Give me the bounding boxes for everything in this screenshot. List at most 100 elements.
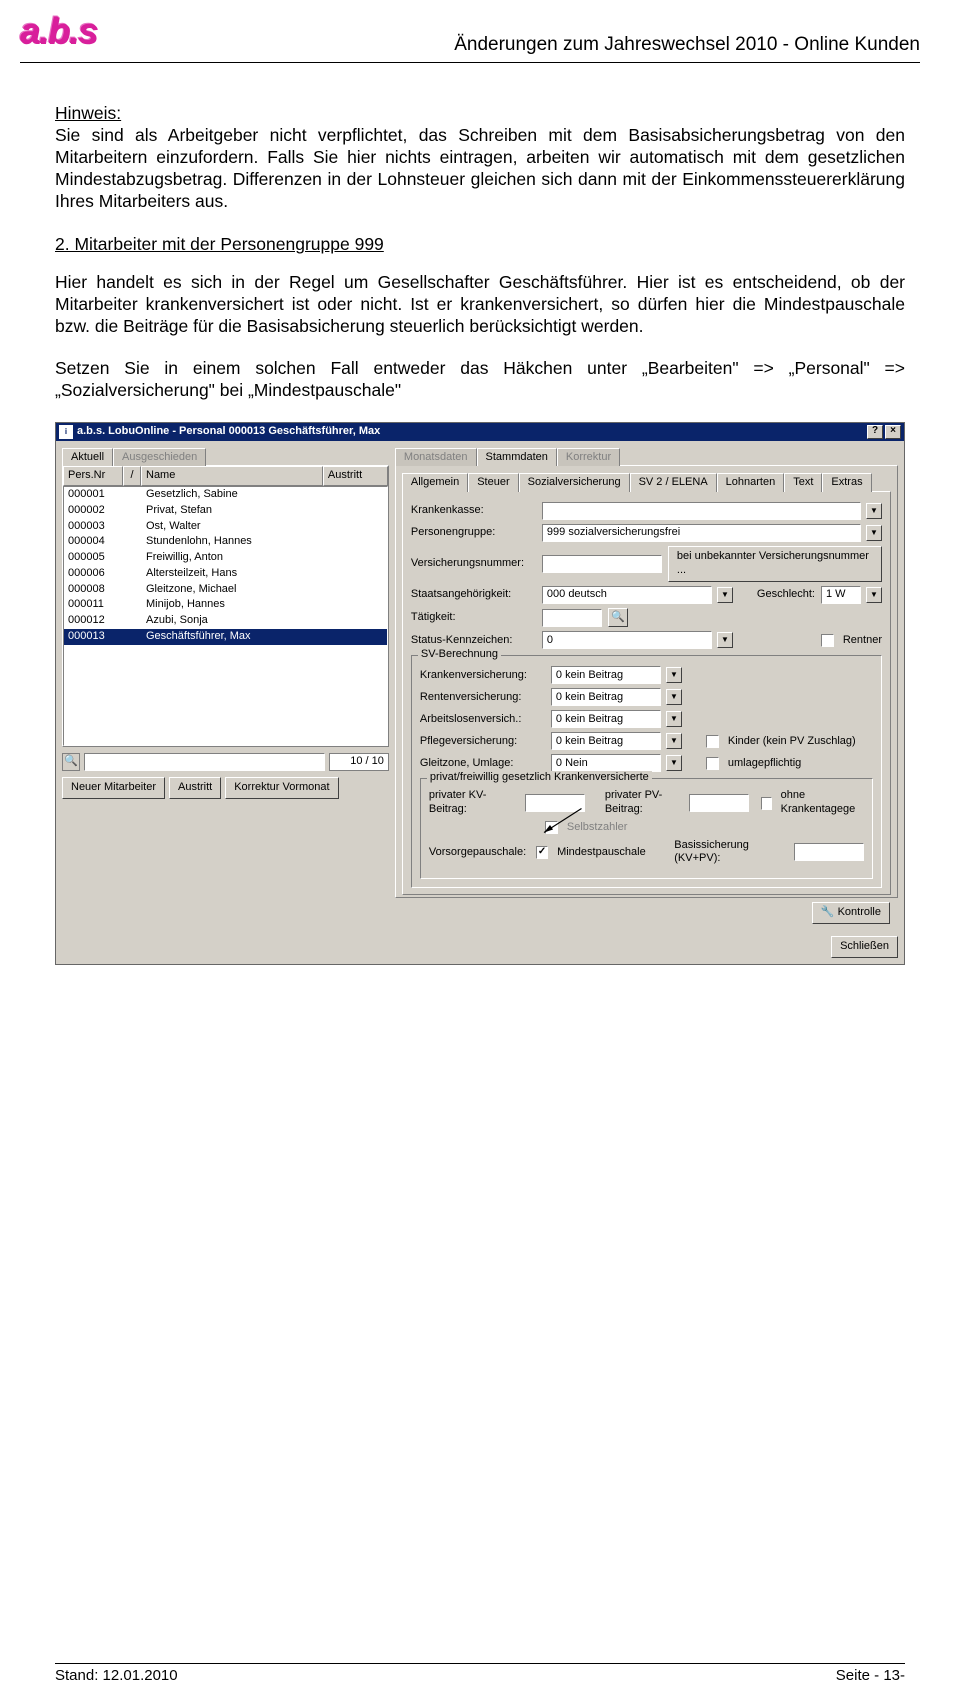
av-input[interactable]: 0 kein Beitrag: [551, 710, 661, 728]
tab-stammdaten[interactable]: Stammdaten: [477, 448, 557, 467]
tab-ausgeschieden[interactable]: Ausgeschieden: [113, 448, 206, 467]
geschlecht-input[interactable]: 1 W: [821, 586, 861, 604]
close-button[interactable]: ×: [885, 425, 901, 439]
table-row[interactable]: 000013Geschäftsführer, Max: [64, 629, 387, 645]
rv-input[interactable]: 0 kein Beitrag: [551, 688, 661, 706]
footer-seite: Seite - 13-: [836, 1667, 905, 1684]
dropdown-icon[interactable]: ▼: [666, 711, 682, 727]
basissicherung-input[interactable]: [794, 843, 864, 861]
table-row[interactable]: 000002Privat, Stefan: [64, 503, 387, 519]
gleitzone-input[interactable]: 0 Nein: [551, 754, 661, 772]
pkv-beitrag-input[interactable]: [525, 794, 585, 812]
dropdown-icon[interactable]: ▼: [866, 503, 882, 519]
dropdown-icon[interactable]: ▼: [666, 733, 682, 749]
dropdown-icon[interactable]: ▼: [717, 587, 733, 603]
search-input[interactable]: [84, 753, 325, 771]
staatsangehoerigkeit-input[interactable]: 000 deutsch: [542, 586, 712, 604]
subtab-sv2-elena[interactable]: SV 2 / ELENA: [630, 473, 717, 492]
ppv-beitrag-input[interactable]: [689, 794, 749, 812]
help-button[interactable]: ?: [867, 425, 883, 439]
subtab-sozialversicherung[interactable]: Sozialversicherung: [519, 473, 630, 492]
kv-label: Krankenversicherung:: [420, 669, 545, 683]
korrektur-vormonat-button[interactable]: Korrektur Vormonat: [225, 777, 338, 799]
staatsangehoerigkeit-label: Staatsangehörigkeit:: [411, 588, 536, 602]
rentner-checkbox[interactable]: [821, 634, 834, 647]
privat-legend: privat/freiwillig gesetzlich Krankenvers…: [427, 771, 652, 785]
col-name[interactable]: Name: [141, 466, 323, 486]
pv-input[interactable]: 0 kein Beitrag: [551, 732, 661, 750]
status-kennzeichen-label: Status-Kennzeichen:: [411, 634, 536, 648]
vorsorgepauschale-label: Vorsorgepauschale:: [429, 846, 530, 860]
table-row[interactable]: 000005Freiwillig, Anton: [64, 550, 387, 566]
section-2-p1: Hier handelt es sich in der Regel um Ges…: [55, 272, 905, 338]
versicherungsnummer-input[interactable]: [542, 555, 662, 573]
kv-input[interactable]: 0 kein Beitrag: [551, 666, 661, 684]
search-icon[interactable]: 🔍: [62, 753, 80, 771]
pkv-beitrag-label: privater KV-Beitrag:: [429, 789, 519, 817]
page-header: a.b.s Änderungen zum Jahreswechsel 2010 …: [0, 0, 960, 63]
selbstzahler-checkbox[interactable]: [545, 821, 558, 834]
table-row[interactable]: 000004Stundenlohn, Hannes: [64, 534, 387, 550]
section-2-title: 2. Mitarbeiter mit der Personengruppe 99…: [55, 234, 905, 256]
tab-aktuell[interactable]: Aktuell: [62, 448, 113, 467]
kinder-label: Kinder (kein PV Zuschlag): [728, 735, 856, 749]
section-2-p2: Setzen Sie in einem solchen Fall entwede…: [55, 358, 905, 402]
hinweis-text: Sie sind als Arbeitgeber nicht verpflich…: [55, 125, 905, 211]
table-row[interactable]: 000003Ost, Walter: [64, 519, 387, 535]
basissicherung-label: Basissicherung (KV+PV):: [674, 839, 788, 867]
hinweis-label: Hinweis:: [55, 103, 121, 123]
col-sort[interactable]: /: [123, 466, 141, 486]
schliessen-button[interactable]: Schließen: [831, 936, 898, 958]
tab-monatsdaten[interactable]: Monatsdaten: [395, 448, 477, 467]
kinder-checkbox[interactable]: [706, 735, 719, 748]
dropdown-icon[interactable]: ▼: [866, 525, 882, 541]
neuer-mitarbeiter-button[interactable]: Neuer Mitarbeiter: [62, 777, 165, 799]
ohne-kt-label: ohne Krankentagege: [781, 789, 864, 817]
table-row[interactable]: 000006Altersteilzeit, Hans: [64, 566, 387, 582]
umlage-label: umlagepflichtig: [728, 757, 801, 771]
ohne-krankentagegeld-checkbox[interactable]: [761, 797, 772, 810]
taetigkeit-lookup-button[interactable]: 🔍: [608, 608, 628, 628]
privat-fieldset: privat/freiwillig gesetzlich Krankenvers…: [420, 778, 873, 879]
sv-berechnung-fieldset: SV-Berechnung Krankenversicherung: 0 kei…: [411, 655, 882, 888]
krankenkasse-input[interactable]: [542, 502, 861, 520]
personengruppe-input[interactable]: 999 sozialversicherungsfrei: [542, 524, 861, 542]
table-row[interactable]: 000001Gesetzlich, Sabine: [64, 487, 387, 503]
subtab-text[interactable]: Text: [784, 473, 822, 492]
taetigkeit-input[interactable]: [542, 609, 602, 627]
austritt-button[interactable]: Austritt: [169, 777, 221, 799]
col-austritt[interactable]: Austritt: [323, 466, 388, 486]
pv-label: Pflegeversicherung:: [420, 735, 545, 749]
personengruppe-label: Personengruppe:: [411, 526, 536, 540]
krankenkasse-label: Krankenkasse:: [411, 504, 536, 518]
subtab-steuer[interactable]: Steuer: [468, 473, 518, 492]
table-row[interactable]: 000008Gleitzone, Michael: [64, 582, 387, 598]
kontrolle-button[interactable]: 🔧 Kontrolle: [812, 902, 890, 924]
right-panel: Monatsdaten Stammdaten Korrektur Allgeme…: [395, 447, 898, 924]
mindestpauschale-checkbox[interactable]: ✓: [536, 846, 548, 859]
ppv-beitrag-label: privater PV-Beitrag:: [605, 789, 683, 817]
gleitzone-label: Gleitzone, Umlage:: [420, 757, 545, 771]
status-input[interactable]: 0: [542, 631, 712, 649]
footer-stand: Stand: 12.01.2010: [55, 1667, 178, 1684]
dropdown-icon[interactable]: ▼: [666, 689, 682, 705]
row-count: 10 / 10: [329, 753, 389, 771]
tab-korrektur[interactable]: Korrektur: [557, 448, 620, 467]
unbekannte-versnr-button[interactable]: bei unbekannter Versicherungsnummer ...: [668, 546, 882, 582]
subtab-extras[interactable]: Extras: [822, 473, 871, 492]
col-persnr[interactable]: Pers.Nr: [63, 466, 123, 486]
umlage-checkbox[interactable]: [706, 757, 719, 770]
table-row[interactable]: 000011Minijob, Hannes: [64, 597, 387, 613]
subtab-lohnarten[interactable]: Lohnarten: [717, 473, 785, 492]
dropdown-icon[interactable]: ▼: [666, 755, 682, 771]
taetigkeit-label: Tätigkeit:: [411, 611, 536, 625]
subtab-allgemein[interactable]: Allgemein: [402, 473, 468, 492]
left-panel: Aktuell Ausgeschieden Pers.Nr / Name Aus…: [62, 447, 389, 799]
table-row[interactable]: 000012Azubi, Sonja: [64, 613, 387, 629]
dropdown-icon[interactable]: ▼: [717, 632, 733, 648]
window-title: a.b.s. LobuOnline - Personal 000013 Gesc…: [77, 425, 867, 439]
dropdown-icon[interactable]: ▼: [866, 587, 882, 603]
employee-list[interactable]: 000001Gesetzlich, Sabine000002Privat, St…: [63, 486, 388, 746]
rentner-label: Rentner: [843, 634, 882, 648]
dropdown-icon[interactable]: ▼: [666, 667, 682, 683]
